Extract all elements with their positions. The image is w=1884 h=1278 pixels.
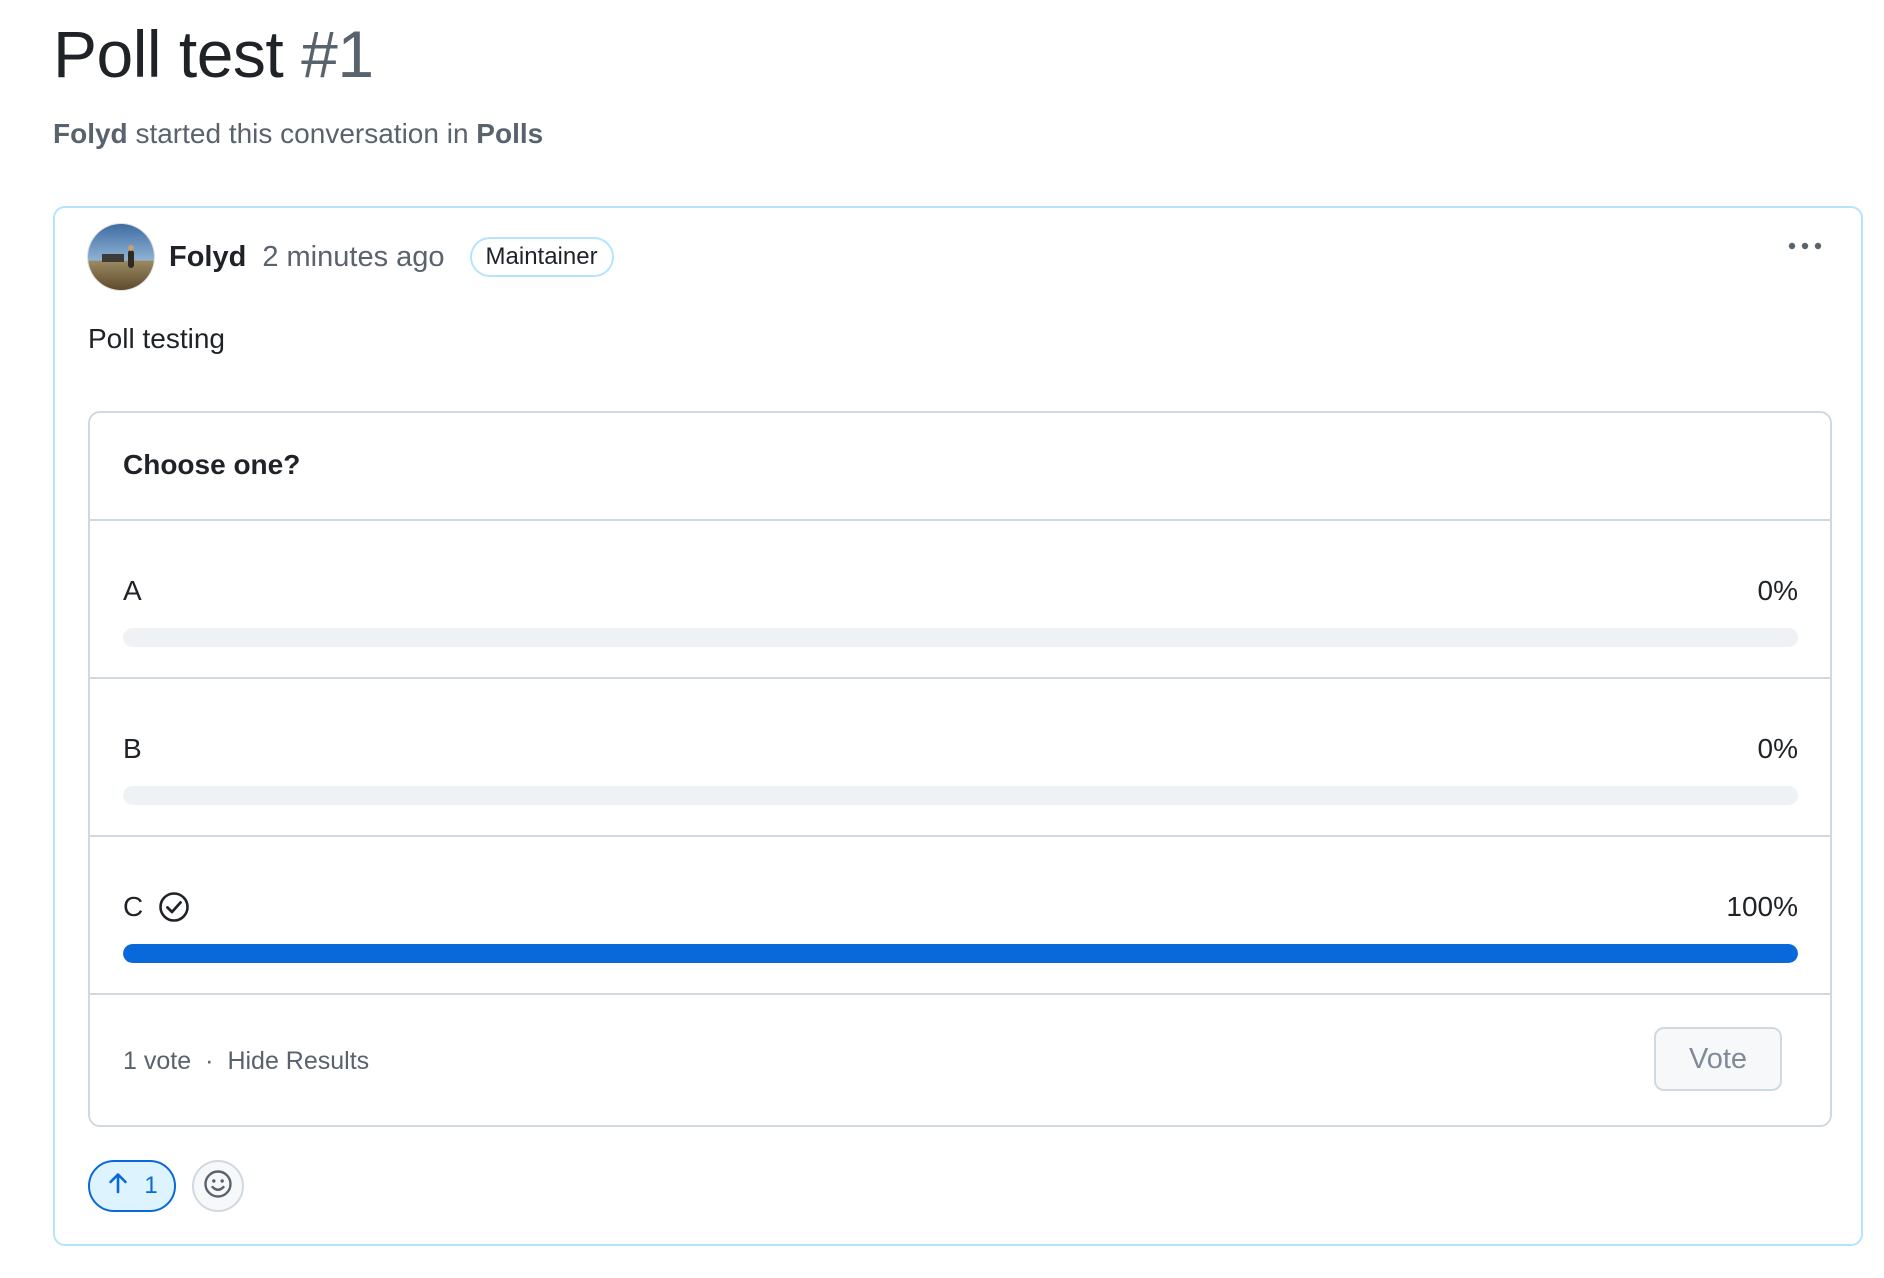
poll: Choose one? A 0% B 0% C 100% 1 vote · Hi…: [88, 411, 1832, 1127]
poll-option-b-percent: 0%: [1757, 733, 1798, 764]
separator-dot: ·: [205, 1047, 214, 1075]
poll-option-a-percent: 0%: [1757, 575, 1798, 606]
poll-option-label: A: [123, 573, 142, 609]
discussion-meta: Folyd started this conversation in Polls: [53, 116, 543, 152]
post-header: Folyd 2 minutes ago Maintainer: [88, 223, 614, 291]
hide-results-link[interactable]: Hide Results: [227, 1047, 369, 1075]
poll-option-c-label: C: [123, 891, 144, 922]
upvote-button[interactable]: 1: [88, 1160, 176, 1212]
discussion-post: Folyd 2 minutes ago Maintainer Poll test…: [53, 206, 1863, 1246]
discussion-author-link[interactable]: Folyd: [53, 118, 128, 149]
reactions-bar: 1: [88, 1160, 244, 1212]
poll-option-label: C: [123, 889, 191, 925]
poll-summary: 1 vote · Hide Results: [123, 1045, 369, 1077]
poll-option-c-bar-fill: [123, 944, 1798, 963]
kebab-horizontal-icon[interactable]: [1785, 236, 1825, 256]
poll-option-c: C 100%: [90, 837, 1830, 995]
upvote-count: 1: [144, 1172, 158, 1199]
discussion-category-link[interactable]: Polls: [476, 118, 543, 149]
post-author[interactable]: Folyd: [169, 241, 246, 274]
poll-option-a-bar: [123, 628, 1798, 647]
discussion-started-text: started this conversation in: [135, 118, 469, 149]
poll-option-b-bar: [123, 786, 1798, 805]
discussion-number: #1: [301, 17, 374, 91]
poll-option-c-percent: 100%: [1726, 891, 1798, 922]
discussion-title: Poll test #1: [53, 14, 374, 94]
poll-option-a: A 0%: [90, 521, 1830, 679]
poll-question: Choose one?: [90, 413, 1830, 521]
avatar[interactable]: [88, 224, 154, 290]
discussion-title-text: Poll test: [53, 17, 284, 91]
arrow-up-icon: [106, 1171, 130, 1202]
poll-footer: 1 vote · Hide Results Vote: [90, 995, 1830, 1125]
smiley-icon: [202, 1168, 234, 1205]
post-body: Poll testing: [88, 323, 225, 354]
post-timestamp[interactable]: 2 minutes ago: [262, 241, 444, 274]
poll-option-a-label: A: [123, 575, 142, 606]
maintainer-badge: Maintainer: [469, 237, 614, 277]
poll-option-c-bar: [123, 944, 1798, 963]
poll-option-b: B 0%: [90, 679, 1830, 837]
check-circle-icon: [157, 890, 191, 924]
vote-button[interactable]: Vote: [1654, 1027, 1782, 1091]
add-reaction-button[interactable]: [192, 1160, 244, 1212]
poll-option-label: B: [123, 731, 142, 767]
vote-count: 1 vote: [123, 1047, 192, 1075]
poll-option-b-label: B: [123, 733, 142, 764]
